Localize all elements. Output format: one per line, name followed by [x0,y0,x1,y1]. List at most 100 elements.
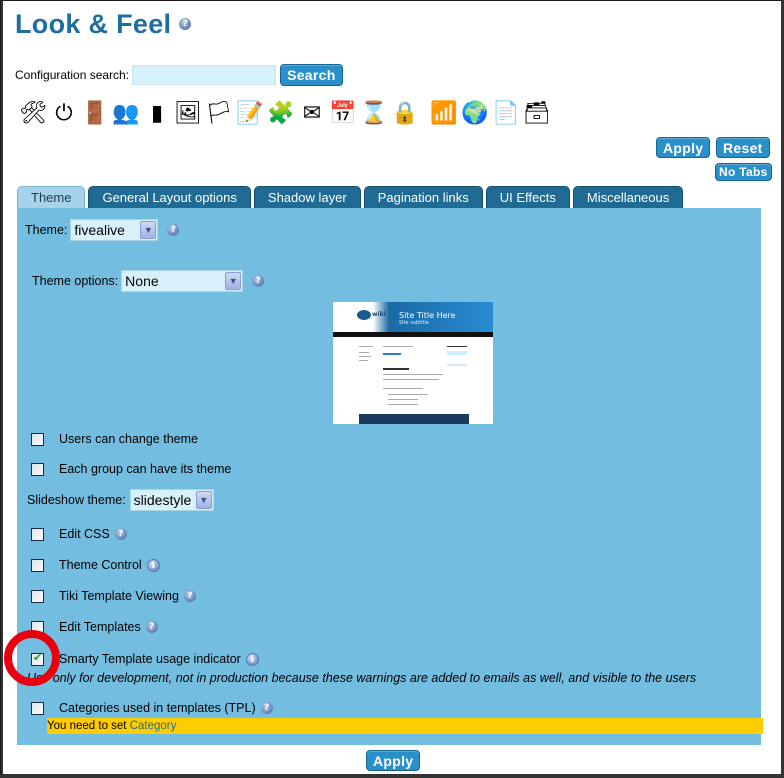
file-cabinet-icon[interactable]: 🗃 [522,99,552,129]
theme-preview-image: wiki Site Title Here Site subtitle [333,302,493,424]
categories-tpl-row: Categories used in templates (TPL) ? [31,701,273,715]
preview-line [447,364,467,366]
slideshow-theme-label: Slideshow theme: [27,493,126,507]
theme-select[interactable]: fivealive ▼ [70,219,159,241]
help-icon[interactable]: ? [114,528,127,540]
preview-line [359,360,368,361]
help-icon[interactable]: ? [167,224,180,236]
smarty-indicator-label: Smarty Template usage indicator [59,652,241,666]
chevron-down-icon: ▼ [195,491,212,509]
wiki-icon[interactable]: 📄 [491,99,521,129]
reset-button[interactable]: Reset [716,137,770,158]
users-icon[interactable]: 👥 [111,99,141,129]
tiki-template-viewing-checkbox[interactable] [31,589,44,603]
apply-button[interactable]: Apply [656,137,711,158]
theme-row: Theme: fivealive ▼ ? [25,219,180,241]
categories-tpl-checkbox[interactable] [31,701,44,715]
info-icon[interactable]: i [245,652,259,666]
slideshow-theme-row: Slideshow theme: slidestyle ▼ [27,489,218,511]
chevron-down-icon: ▼ [140,221,157,239]
each-group-theme-checkbox[interactable] [31,462,44,476]
preview-line [388,394,428,395]
rss-icon[interactable]: 📶 [429,99,459,129]
webservices-globe-icon[interactable]: 🌍 [460,99,490,129]
preview-site-subtitle: Site subtitle [399,320,429,326]
editing-notepad-icon[interactable]: 📝 [235,99,265,129]
preview-nav [333,332,493,337]
hourglass-icon[interactable]: ⌛ [359,99,389,129]
profile-silhouette-icon[interactable]: ▮ [142,99,172,129]
modules-icon[interactable]: 🧩 [266,99,296,129]
preview-line [388,399,418,400]
help-icon[interactable]: ? [252,275,265,287]
preview-line [359,352,369,353]
edit-css-checkbox[interactable] [31,527,44,541]
admin-icon-toolbar: 🛠 ⏻ 🚪 👥 ▮ 🖼 🏳 📝 🧩 ✉ 📅 ⌛ 🔒 📶 🌍 📄 🗃 [18,99,553,129]
configuration-search: Configuration search: Search [15,64,343,86]
preview-line [359,356,371,357]
apply-button-bottom[interactable]: Apply [366,750,421,771]
theme-control-checkbox[interactable] [31,558,44,572]
warning-text: You need to set [47,720,130,732]
tiki-template-viewing-row: Tiki Template Viewing ? [31,589,196,603]
preview-line [359,346,373,347]
help-icon[interactable]: ? [183,590,196,602]
preview-line [447,346,467,347]
window-border [0,774,784,778]
theme-control-label: Theme Control [59,558,142,572]
search-input[interactable] [132,65,277,85]
users-can-change-theme-checkbox[interactable] [31,432,44,446]
theme-select-value: fivealive [74,222,125,238]
theme-options-value: None [125,273,159,289]
tools-icon[interactable]: 🛠 [18,99,48,129]
preview-footer [359,414,469,424]
login-door-icon[interactable]: 🚪 [80,99,110,129]
info-icon[interactable]: i [146,558,160,572]
each-group-theme-label: Each group can have its theme [59,462,232,476]
theme-panel: Theme: fivealive ▼ ? Theme options: None… [17,208,763,745]
search-button[interactable]: Search [280,64,343,86]
tiki-template-viewing-label: Tiki Template Viewing [59,589,179,603]
power-icon[interactable]: ⏻ [49,99,79,129]
users-can-change-theme-label: Users can change theme [59,432,198,446]
tab-ui-effects[interactable]: UI Effects [485,186,570,208]
tab-bar: Theme General Layout options Shadow laye… [17,186,686,208]
preview-logo [357,310,371,320]
each-group-theme-row: Each group can have its theme [31,462,231,476]
preview-line [383,368,409,370]
tab-general-layout[interactable]: General Layout options [88,186,251,208]
edit-templates-checkbox[interactable] [31,620,44,634]
tab-theme[interactable]: Theme [17,186,86,208]
theme-options-select[interactable]: None ▼ [121,270,244,292]
edit-css-label: Edit CSS [59,527,110,541]
category-link[interactable]: Category [130,720,177,732]
messages-icon[interactable]: ✉ [297,99,327,129]
search-label: Configuration search: [15,68,130,82]
help-icon[interactable]: ? [260,702,273,714]
tab-shadow-layer[interactable]: Shadow layer [253,186,361,208]
slideshow-theme-select[interactable]: slidestyle ▼ [129,489,214,511]
preview-logo-text: wiki [372,311,386,318]
calendar-icon[interactable]: 📅 [328,99,358,129]
no-tabs-button[interactable]: No Tabs [715,163,772,181]
preview-line [383,346,413,347]
preview-line [383,388,423,389]
edit-templates-row: Edit Templates ? [31,620,158,634]
theme-label: Theme: [25,223,68,237]
slideshow-theme-value: slidestyle [133,492,192,508]
security-lock-icon[interactable]: 🔒 [390,99,420,129]
categories-tpl-label: Categories used in templates (TPL) [59,701,256,715]
admin-page: Look & Feel? Configuration search: Searc… [1,1,781,774]
tab-pagination-links[interactable]: Pagination links [363,186,483,208]
help-icon[interactable]: ? [145,621,158,633]
preview-line [383,379,439,380]
help-icon[interactable]: ? [179,17,192,30]
edit-templates-label: Edit Templates [59,620,141,634]
tab-miscellaneous[interactable]: Miscellaneous [572,186,684,208]
i18n-flag-icon[interactable]: 🏳 [204,99,234,129]
preview-site-title: Site Title Here [399,311,456,320]
smarty-indicator-row: Smarty Template usage indicator i [31,651,259,666]
smarty-indicator-checkbox[interactable] [31,651,44,666]
look-and-feel-icon[interactable]: 🖼 [173,99,203,129]
edit-css-row: Edit CSS ? [31,527,127,541]
